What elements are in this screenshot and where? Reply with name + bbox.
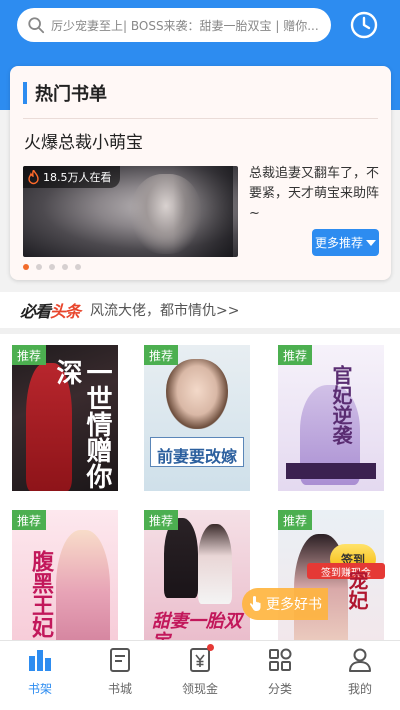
headline-banner[interactable]: 必看头条 风流大佬，都市情仇>> [0,292,400,328]
featured-book-cover[interactable]: 18.5万人在看 [23,166,238,257]
more-recommend-label: 更多推荐 [314,236,363,250]
cover-art [166,359,228,429]
recommend-tag: 推荐 [12,510,47,530]
category-icon [269,648,292,671]
tab-bookshelf[interactable]: 书架 [0,641,80,710]
carousel-indicator [23,264,81,270]
profile-icon [349,648,371,672]
hand-pointer-icon [249,596,261,611]
book-city-icon [110,648,130,672]
hot-list-description: 总裁追妻又翻车了，不要紧，天才萌宝来助阵~ [249,166,380,221]
readers-badge: 18.5万人在看 [23,166,120,188]
recommend-tag: 推荐 [278,510,313,530]
recommend-tag: 推荐 [278,345,313,365]
cover-shade [173,166,233,257]
carousel-dot[interactable] [75,264,81,270]
carousel-dot[interactable] [36,264,42,270]
book-grid: 推荐 一世情赠你深 推荐 前妻要改嫁 推荐 官妃逆袭 推荐 腹黑王妃 推荐 甜妻… [0,334,400,656]
headline-text[interactable]: 风流大佬，都市情仇>> [90,300,239,320]
cover-strip [286,463,376,479]
dropdown-triangle-icon [366,239,376,246]
tab-label: 我的 [347,682,372,696]
bookshelf-icon [29,650,51,671]
search-icon [28,17,45,34]
search-placeholder: 厉少宠妻至上| BOSS来袭：甜妻一胎双宝 | 赠你... [51,18,319,33]
bottom-tab-bar: 书架 书城 领现金 分类 我的 [0,640,400,710]
carousel-dot[interactable] [49,264,55,270]
cover-title: 腹黑王妃 [28,550,53,638]
cover-title: 一世情赠你深 [52,359,112,489]
hot-list-card[interactable]: 热门书单 火爆总裁小萌宝 18.5万人在看 总裁追妻又翻车了，不要紧，天才萌宝来… [10,66,391,280]
book-card[interactable]: 推荐 宠妃 [278,510,384,656]
tab-profile[interactable]: 我的 [320,641,400,710]
cover-title: 宠妃 [345,570,369,610]
hot-list-header: 热门书单 [23,82,107,105]
cover-art [198,524,232,604]
book-card[interactable]: 推荐 腹黑王妃 [12,510,118,656]
history-clock-icon[interactable] [349,10,379,40]
headline-logo: 必看头条 [20,298,81,322]
book-card[interactable]: 推荐 前妻要改嫁 [144,345,250,491]
tab-label: 书城 [107,682,132,696]
notification-badge [207,644,214,651]
tab-category[interactable]: 分类 [240,641,320,710]
carousel-dot[interactable] [62,264,68,270]
title-accent-bar [23,82,27,104]
carousel-dot[interactable] [23,264,29,270]
book-card[interactable]: 推荐 一世情赠你深 [12,345,118,491]
tab-label: 书架 [27,682,52,696]
tab-cash[interactable]: 领现金 [160,641,240,710]
cover-title: 官妃逆袭 [329,365,353,445]
cover-art [56,530,110,656]
recommend-tag: 推荐 [144,345,179,365]
book-card[interactable]: 推荐 官妃逆袭 [278,345,384,491]
hot-list-subtitle[interactable]: 火爆总裁小萌宝 [24,128,143,153]
readers-count: 18.5万人在看 [43,171,112,184]
more-books-button[interactable]: 更多好书 [242,588,328,620]
divider [23,118,378,119]
more-books-label: 更多好书 [266,597,322,613]
search-bar[interactable]: 厉少宠妻至上| BOSS来袭：甜妻一胎双宝 | 赠你... [17,8,331,42]
recommend-tag: 推荐 [12,345,47,365]
cover-title: 前妻要改嫁 [156,447,237,466]
tab-label: 分类 [267,682,292,696]
fire-icon [28,169,39,184]
logo-accent: 头条 [50,302,81,321]
recommend-tag: 推荐 [144,510,179,530]
more-recommend-button[interactable]: 更多推荐 [312,229,379,256]
book-card[interactable]: 推荐 甜妻一胎双宝 [144,510,250,656]
tab-book-city[interactable]: 书城 [80,641,160,710]
tab-label: 领现金 [181,682,218,696]
logo-prefix: 必看 [20,302,51,321]
hot-list-title: 热门书单 [35,84,107,105]
cover-art [164,518,198,598]
